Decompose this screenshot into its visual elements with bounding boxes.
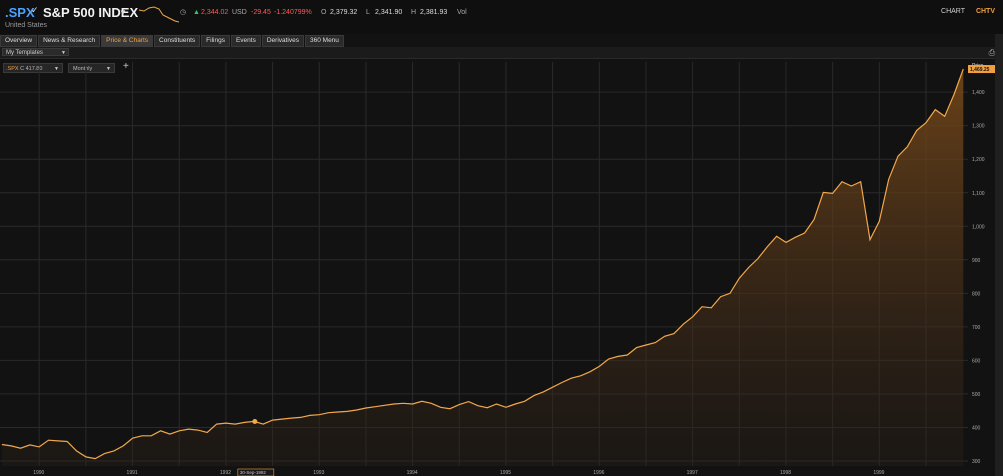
x-tick-label: 1996: [593, 470, 604, 476]
x-tick-label: 1990: [33, 470, 44, 476]
tab-price-charts[interactable]: Price & Charts: [101, 35, 154, 47]
up-arrow-icon: ▲: [193, 9, 200, 16]
x-tick-label: 1997: [687, 470, 698, 476]
y-tick-label: 1,100: [972, 191, 985, 197]
sparkline: [139, 6, 179, 23]
low-label: L: [366, 9, 370, 16]
tab-overview[interactable]: Overview: [0, 35, 38, 47]
tab-events[interactable]: Events: [230, 35, 261, 47]
pin-icon[interactable]: ✓: [31, 5, 39, 16]
y-tick-label: 700: [972, 325, 981, 331]
country-label: United States: [5, 22, 48, 29]
chart-code[interactable]: CHTV: [976, 8, 995, 15]
currency: USD: [232, 9, 247, 16]
net-change: -29.45: [251, 9, 271, 16]
tab-360-menu[interactable]: 360 Menu: [305, 35, 344, 47]
crosshair-point: [252, 418, 258, 424]
open-label: O: [321, 9, 327, 16]
last-price: 2,344.02: [201, 9, 229, 16]
x-tick-label: 1994: [407, 470, 418, 476]
scrollbar[interactable]: [995, 34, 1003, 476]
y-tick-label: 900: [972, 258, 981, 264]
templates-select[interactable]: My Templates ▼: [2, 48, 69, 56]
y-tick-label: 300: [972, 459, 981, 465]
x-tick-label: 1993: [313, 470, 324, 476]
y-tick-label: 1,200: [972, 157, 985, 163]
x-tick-label: 1999: [873, 470, 884, 476]
low-value: 2,341.90: [375, 9, 403, 16]
high-value: 2,381.93: [420, 9, 448, 16]
chart-label: CHART: [941, 8, 965, 15]
tab-filings[interactable]: Filings: [201, 35, 230, 47]
y-tick-label: 1,400: [972, 90, 985, 96]
open-value: 2,379.32: [330, 9, 358, 16]
x-tick-label: 1991: [127, 470, 138, 476]
tab-news-research[interactable]: News & Research: [38, 35, 101, 47]
last-value-label: 1,469.25: [970, 67, 990, 73]
y-tick-label: 1,300: [972, 124, 985, 130]
tab-bar: Overview News & Research Price & Charts …: [0, 35, 345, 47]
x-tick-label: 1995: [500, 470, 511, 476]
templates-label: My Templates: [6, 50, 43, 56]
high-label: H: [411, 9, 417, 16]
crosshair-date-label: 30-Sep-1992: [240, 470, 267, 475]
template-bar: My Templates ▼ ⎙: [0, 47, 1003, 59]
y-tick-label: 800: [972, 291, 981, 297]
y-tick-label: 1,000: [972, 224, 985, 230]
x-tick-label: 1998: [780, 470, 791, 476]
y-tick-label: 500: [972, 392, 981, 398]
tab-derivatives[interactable]: Derivatives: [261, 35, 304, 47]
dropdown-icon: ▼: [61, 50, 66, 56]
pct-change: -1.240799%: [274, 9, 312, 16]
dropdown-icon[interactable]: ▼: [119, 8, 127, 17]
x-tick-label: 1992: [220, 470, 231, 476]
clock-icon: ◷: [180, 9, 187, 16]
quote-header: .SPX ✓ S&P 500 INDEX ▼ United States ◷ ▲…: [0, 0, 1003, 34]
y-tick-label: 400: [972, 425, 981, 431]
y-tick-label: 600: [972, 358, 981, 364]
volume-label: Vol: [457, 9, 467, 16]
tab-constituents[interactable]: Constituents: [154, 35, 201, 47]
price-chart[interactable]: 300 400 500 600 700 800 900 1,000 1,100 1,200 1,30…: [0, 62, 995, 476]
